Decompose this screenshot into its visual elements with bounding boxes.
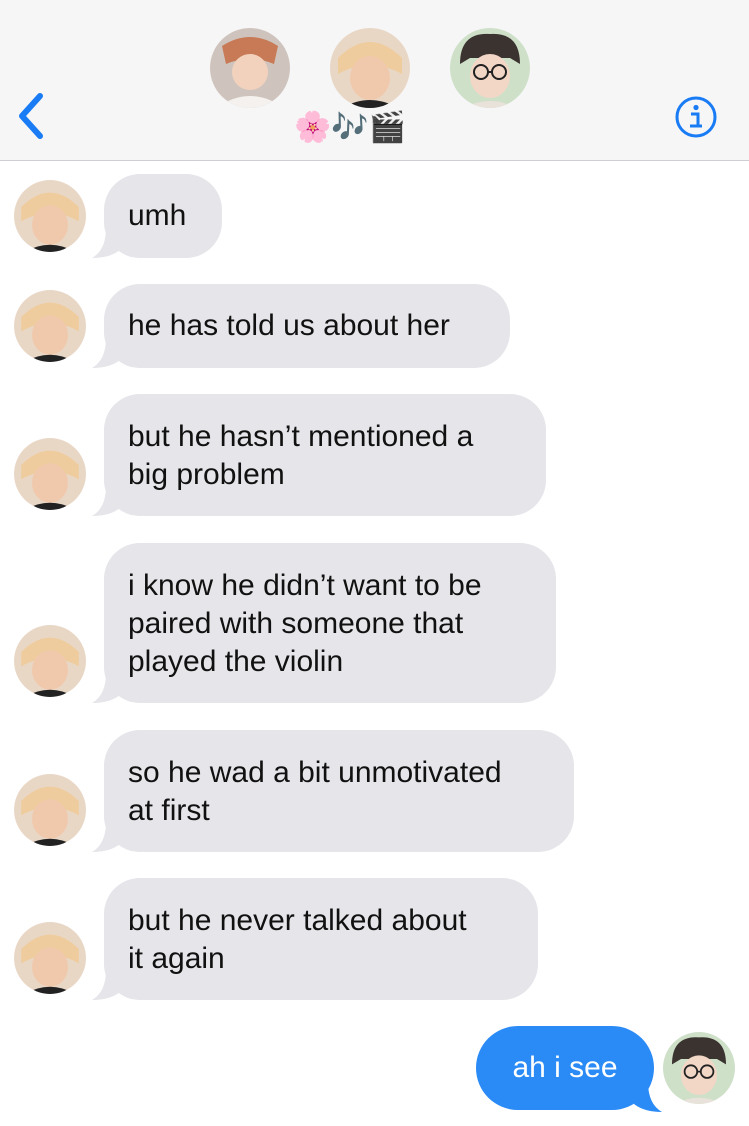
message-bubble[interactable]: umh xyxy=(104,174,222,258)
sender-avatar[interactable] xyxy=(14,180,86,252)
sender-avatar[interactable] xyxy=(14,290,86,362)
message-bubble[interactable]: he has told us about her xyxy=(104,284,510,368)
sender-avatar[interactable] xyxy=(14,625,86,697)
message-text-line: so he wad a bit unmotivated xyxy=(128,756,502,789)
message-text-line: it again xyxy=(128,942,225,975)
info-icon[interactable] xyxy=(674,95,718,139)
message-text: umh xyxy=(128,199,187,232)
message-bubble[interactable]: but he never talked about it again xyxy=(104,878,538,1000)
participant-avatar-3[interactable] xyxy=(450,28,530,108)
message-bubble[interactable]: i know he didn’t want to be paired with … xyxy=(104,543,556,703)
my-avatar[interactable] xyxy=(663,1032,735,1104)
sender-avatar[interactable] xyxy=(14,774,86,846)
back-chevron-icon[interactable] xyxy=(14,92,48,140)
message-text: he has told us about her xyxy=(128,309,450,342)
conversation-header: 🌸🎶🎬 xyxy=(0,0,749,161)
message-bubble[interactable]: but he hasn’t mentioned a big problem xyxy=(104,394,546,516)
message-text-line: big problem xyxy=(128,458,285,491)
message-text-line: played the violin xyxy=(128,645,344,678)
message-text-line: but he hasn’t mentioned a xyxy=(128,420,474,453)
sender-avatar[interactable] xyxy=(14,922,86,994)
sent-message-bubble[interactable]: ah i see xyxy=(476,1026,654,1110)
message-text-line: i know he didn’t want to be xyxy=(128,569,482,602)
participant-avatar-1[interactable] xyxy=(210,28,290,108)
message-text-line: at first xyxy=(128,794,210,827)
message-text-line: but he never talked about xyxy=(128,904,467,937)
message-bubble[interactable]: so he wad a bit unmotivated at first xyxy=(104,730,574,852)
participant-avatar-2[interactable] xyxy=(330,28,410,108)
sender-avatar[interactable] xyxy=(14,438,86,510)
group-name[interactable]: 🌸🎶🎬 xyxy=(294,108,424,148)
message-text-line: paired with someone that xyxy=(128,607,464,640)
